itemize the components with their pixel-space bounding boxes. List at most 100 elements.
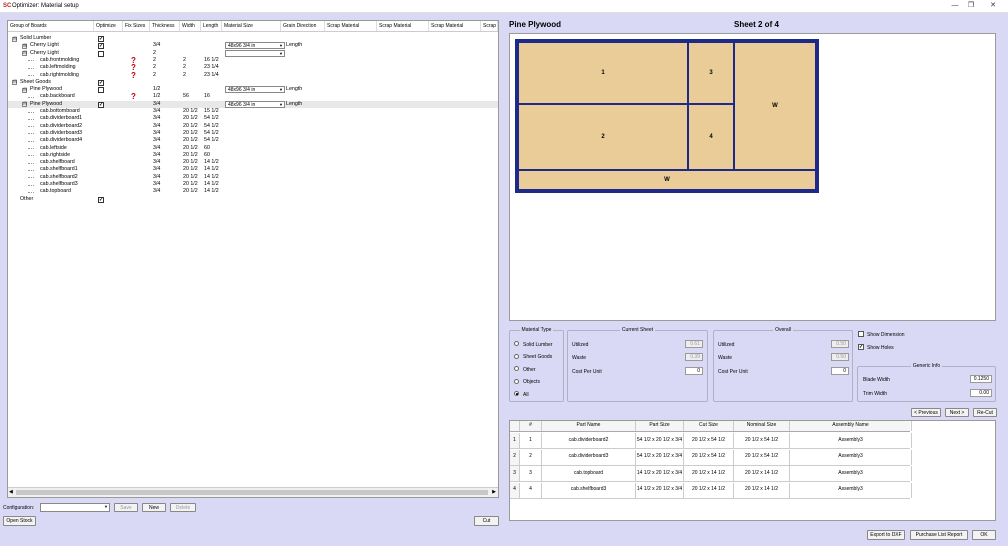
collapse-icon[interactable]: ⊟ — [12, 80, 17, 86]
tree-row[interactable]: ⊟ Pine Plywood ✓ 3/4 48x96 3/4 in ▼ Length — [8, 100, 498, 108]
material-type-radio[interactable] — [514, 391, 519, 396]
minimize-icon[interactable]: — — [948, 1, 962, 11]
recut-button[interactable]: Re-Cut — [973, 408, 997, 417]
parts-column-header[interactable]: Cut Size — [684, 421, 734, 431]
expand-icon[interactable]: ⊞ — [22, 43, 27, 49]
export-dxf-button[interactable]: Export to DXF — [867, 530, 905, 540]
optimize-checkbox[interactable]: ✓ — [98, 36, 104, 42]
table-row[interactable]: 3 3 cab.topboard 14 1/2 x 20 1/2 x 3/4 20 1/… — [510, 466, 912, 482]
current-cost-field[interactable]: 0 — [685, 367, 703, 375]
cut-piece-4[interactable]: 4 — [687, 103, 735, 171]
purchase-list-report-button[interactable]: Purchase List Report — [910, 530, 968, 540]
scroll-left-icon[interactable]: ◀ — [9, 489, 13, 495]
tree-row[interactable]: cab.frontmolding? 2 2 16 1/2 — [8, 56, 498, 65]
tree-row[interactable]: Other ✓ — [8, 196, 498, 203]
tree-row[interactable]: cab.rightmolding? 2 2 23 1/4 — [8, 71, 498, 80]
tree-column-header[interactable]: Width — [180, 21, 201, 31]
tree-row[interactable]: cab.leftside 3/4 20 1/2 60 — [8, 145, 498, 152]
tree-column-header[interactable]: Scrap Material — [377, 21, 429, 31]
ok-button[interactable]: OK — [972, 530, 996, 540]
show-holes-checkbox[interactable]: ✓ — [858, 344, 864, 350]
collapse-icon[interactable]: ⊟ — [22, 51, 27, 57]
tree-row[interactable]: cab.dividerboard2 3/4 20 1/2 54 1/2 — [8, 123, 498, 130]
material-size-select[interactable]: ▼ — [225, 49, 285, 57]
grain-direction-cell[interactable]: Length — [286, 101, 302, 108]
optimize-checkbox[interactable]: ✓ — [98, 101, 104, 108]
tree-row[interactable]: cab.leftmolding? 2 2 23 1/4 — [8, 63, 498, 72]
material-type-radio[interactable] — [514, 353, 519, 359]
table-row[interactable]: 1 1 cab.dividerboard2 54 1/2 x 20 1/2 x 3/4… — [510, 433, 912, 449]
cut-button[interactable]: Cut — [474, 516, 499, 526]
tree-row[interactable]: cab.shelfboard2 3/4 20 1/2 14 1/2 — [8, 174, 498, 181]
grain-direction-cell[interactable]: Length — [286, 86, 302, 93]
tree-row[interactable]: cab.dividerboard1 3/4 20 1/2 54 1/2 — [8, 115, 498, 122]
save-button[interactable]: Save — [114, 503, 138, 512]
tree-row[interactable]: cab.backboard? 1/2 56 16 — [8, 92, 498, 101]
tree-row[interactable]: cab.shelfboard 3/4 20 1/2 14 1/2 — [8, 159, 498, 166]
tree-column-header[interactable]: Scrap Material — [325, 21, 377, 31]
delete-button[interactable]: Delete — [170, 503, 196, 512]
parts-column-header[interactable]: Part Size — [636, 421, 684, 431]
tree-row[interactable]: ⊟ Pine Plywood 1/2 48x96 3/4 in ▼ Length — [8, 86, 498, 94]
optimize-checkbox[interactable]: ✓ — [98, 196, 104, 203]
tree-row[interactable]: cab.shelfboard1 3/4 20 1/2 14 1/2 — [8, 166, 498, 173]
parts-column-header[interactable]: Nominal Size — [734, 421, 790, 431]
tree-row[interactable]: cab.rightside 3/4 20 1/2 60 — [8, 152, 498, 159]
tree-row[interactable]: cab.dividerboard4 3/4 20 1/2 54 1/2 — [8, 137, 498, 144]
tree-column-header[interactable]: Scrap — [481, 21, 498, 31]
parts-column-header[interactable]: # — [520, 421, 542, 431]
tree-column-header[interactable]: Thickness — [150, 21, 180, 31]
horizontal-scrollbar[interactable]: ◀ ▶ — [8, 487, 498, 497]
material-type-radio[interactable] — [514, 366, 519, 371]
tree-row[interactable]: ⊟ Solid Lumber ✓ — [8, 35, 498, 42]
new-button[interactable]: New — [142, 503, 166, 512]
cut-piece-3[interactable]: 3 — [687, 41, 735, 105]
trim-width-field[interactable]: 0.00 — [970, 389, 992, 397]
waste-piece-right[interactable]: W — [733, 41, 817, 171]
waste-piece-bottom[interactable]: W — [517, 169, 817, 191]
table-row[interactable]: 2 2 cab.dividerboard3 54 1/2 x 20 1/2 x 3/4… — [510, 449, 912, 466]
next-button[interactable]: Next > — [945, 408, 969, 417]
material-size-select[interactable]: 48x96 3/4 in ▼ — [225, 42, 285, 50]
cut-piece-2[interactable]: 2 — [517, 103, 689, 171]
tree-column-header[interactable]: Length — [201, 21, 222, 31]
parts-column-header[interactable] — [510, 421, 520, 431]
collapse-icon[interactable]: ⊟ — [22, 102, 27, 108]
optimize-checkbox[interactable] — [98, 50, 104, 57]
optimize-checkbox[interactable]: ✓ — [98, 79, 104, 86]
scroll-right-icon[interactable]: ▶ — [492, 489, 496, 495]
table-row[interactable]: 4 4 cab.shelfboard3 14 1/2 x 20 1/2 x 3/4 20… — [510, 482, 912, 499]
blade-width-field[interactable]: 0.1250 — [970, 375, 992, 383]
show-dimension-checkbox[interactable] — [858, 331, 864, 337]
tree-row[interactable]: ⊟ Sheet Goods ✓ — [8, 79, 498, 86]
open-stock-button[interactable]: Open Stock — [3, 516, 36, 526]
maximize-icon[interactable]: ❐ — [964, 1, 978, 11]
tree-row[interactable]: ⊞ Cherry Light ✓ 3/4 48x96 3/4 in ▼ Length — [8, 42, 498, 50]
tree-row[interactable]: ⊟ Cherry Light 2 ▼ — [8, 49, 498, 57]
tree-column-header[interactable]: Group of Boards — [8, 21, 94, 31]
material-type-radio[interactable] — [514, 378, 519, 384]
tree-column-header[interactable]: Material Size — [222, 21, 281, 31]
material-type-radio[interactable] — [514, 341, 519, 346]
previous-button[interactable]: < Previous — [911, 408, 941, 417]
overall-cost-field[interactable]: 0 — [831, 367, 849, 375]
material-size-select[interactable]: 48x96 3/4 in ▼ — [225, 86, 285, 94]
collapse-icon[interactable]: ⊟ — [12, 36, 17, 42]
tree-row[interactable]: cab.topboard 3/4 20 1/2 14 1/2 — [8, 188, 498, 195]
material-size-select[interactable]: 48x96 3/4 in ▼ — [225, 100, 285, 108]
tree-row[interactable]: cab.shelfboard3 3/4 20 1/2 14 1/2 — [8, 181, 498, 188]
tree-column-header[interactable]: Optimize — [94, 21, 123, 31]
tree-row[interactable]: cab.dividerboard3 3/4 20 1/2 54 1/2 — [8, 130, 498, 137]
optimize-checkbox[interactable] — [98, 87, 104, 94]
optimize-checkbox[interactable]: ✓ — [98, 43, 104, 50]
parts-column-header[interactable]: Assembly Name — [790, 421, 912, 431]
tree-row[interactable]: cab.bottomboard 3/4 20 1/2 15 1/2 — [8, 108, 498, 115]
close-icon[interactable]: ✕ — [986, 1, 1000, 11]
parts-column-header[interactable]: Part Name — [542, 421, 636, 431]
collapse-icon[interactable]: ⊟ — [22, 87, 27, 93]
grain-direction-cell[interactable]: Length — [286, 42, 302, 49]
scrollbar-thumb[interactable] — [16, 490, 488, 495]
tree-column-header[interactable]: Grain Direction — [281, 21, 325, 31]
cut-piece-1[interactable]: 1 — [517, 41, 689, 105]
tree-column-header[interactable]: Fix Sizes — [123, 21, 150, 31]
